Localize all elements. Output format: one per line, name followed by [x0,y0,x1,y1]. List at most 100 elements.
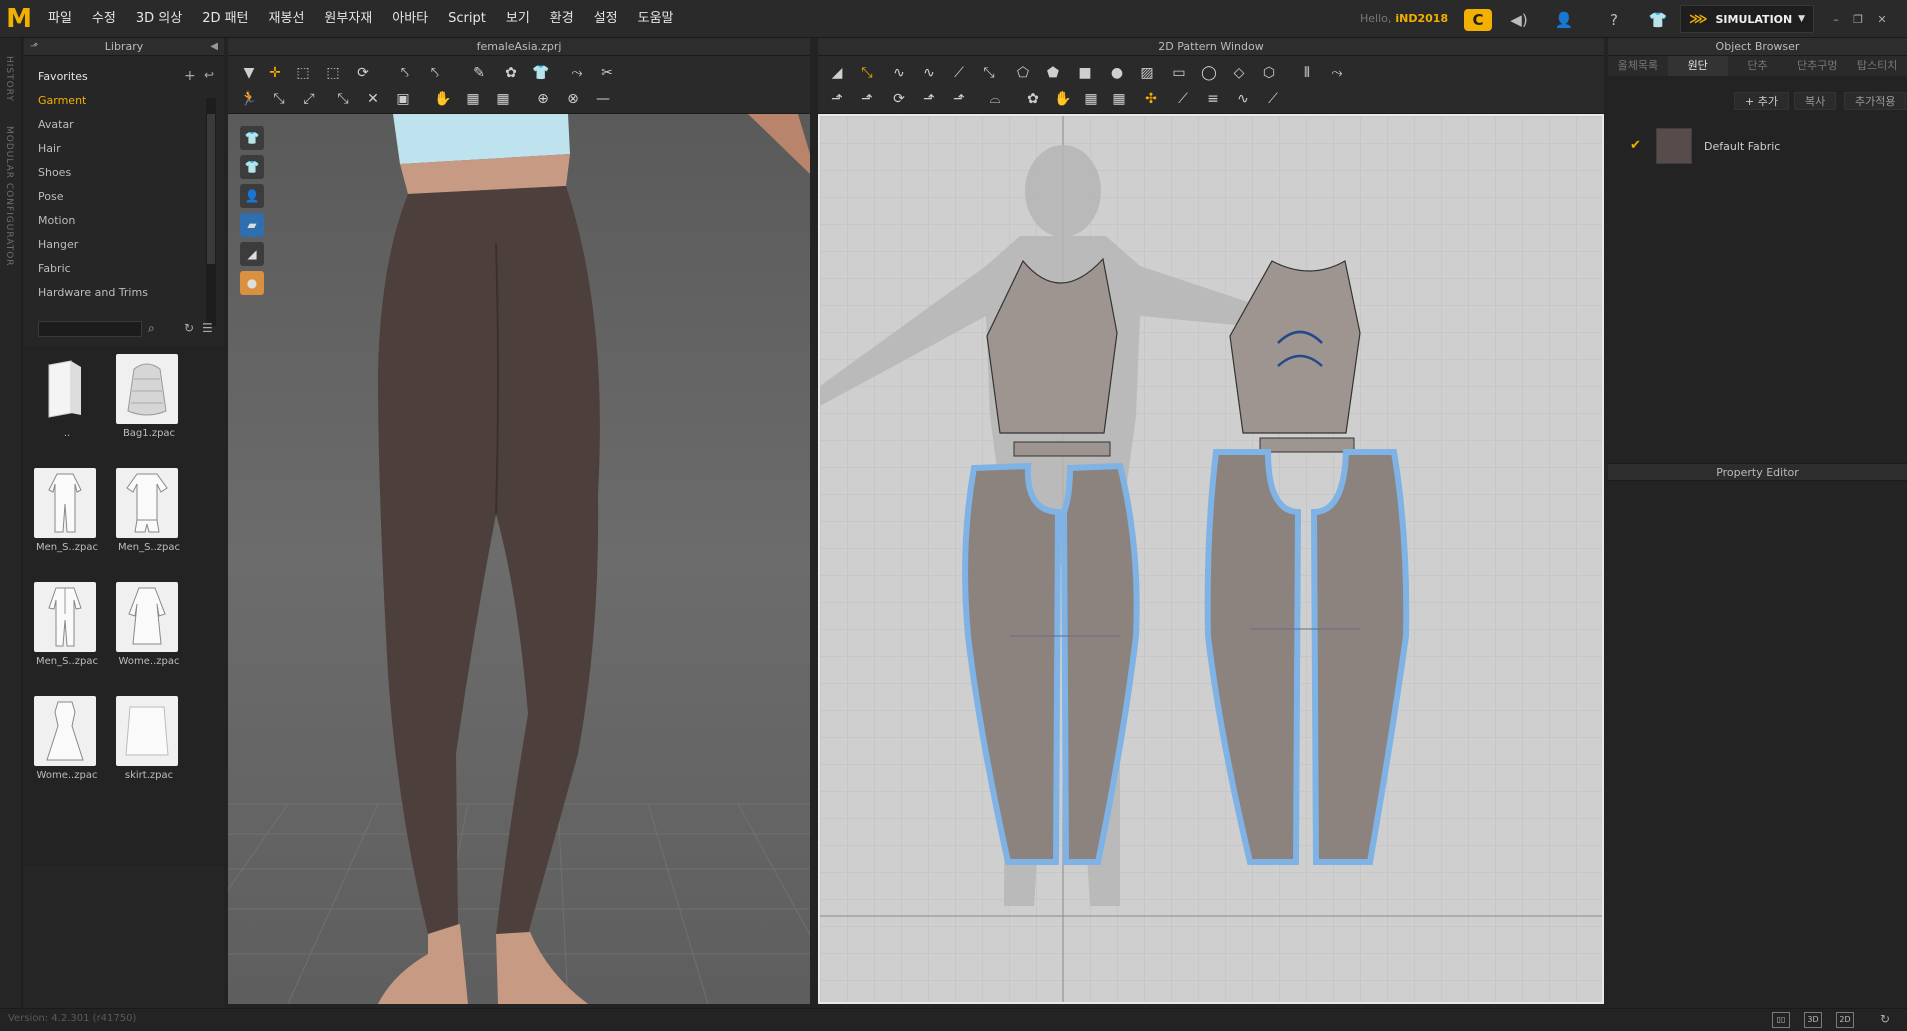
library-search-input[interactable] [38,321,142,337]
shirt-tool-icon[interactable]: 👕 [530,62,552,84]
line-tool-icon[interactable]: — [592,88,614,110]
texture-edit-icon[interactable]: ▦ [1080,88,1102,110]
garment-texture-icon[interactable]: 👕 [240,155,264,179]
menu-3d-garment[interactable]: 3D 의상 [126,0,192,38]
menu-script[interactable]: Script [438,0,496,38]
tuck-icon[interactable]: ✿ [500,62,522,84]
library-item-hardware-trims[interactable]: Hardware and Trims [38,286,148,299]
3d-viewport[interactable]: 👕 👕 👤 ▰ ◢ ● [228,114,810,1004]
avatar-skin-icon[interactable]: ● [240,271,264,295]
file-item-parent[interactable]: .. [28,350,100,460]
pleats-icon[interactable]: ⦀ [1296,62,1318,84]
back-icon[interactable]: ↩ [204,68,214,82]
menu-view[interactable]: 보기 [496,0,540,38]
pattern-shape-icon[interactable]: ⬟ [1042,62,1064,84]
avatar-display-icon[interactable]: 👤 [240,184,264,208]
library-item-motion[interactable]: Motion [38,214,75,227]
2d-view-icon[interactable]: 2D [1836,1012,1854,1028]
sew-icon[interactable]: ⤣ [424,62,446,84]
history-tab[interactable]: HISTORY [4,56,14,102]
hand-icon[interactable]: ✋ [432,88,454,110]
edit-pattern-icon[interactable]: ⬏ [856,88,878,110]
image-icon[interactable]: ▨ [1136,62,1158,84]
shirring-icon[interactable]: ⤳ [1326,62,1348,84]
surface-icon[interactable]: ◢ [240,242,264,266]
avatar-pose-icon[interactable]: 🏃 [238,88,260,110]
fabric-display-icon[interactable]: ▰ [240,213,264,237]
user-icon[interactable]: 👤 [1553,9,1575,31]
menu-sewing[interactable]: 재봉선 [259,0,315,38]
file-item-men-suit-2[interactable]: Men_S..zpac [110,464,182,574]
menu-environment[interactable]: 환경 [540,0,584,38]
trace-icon[interactable]: ⌓ [984,88,1006,110]
file-item-women-2[interactable]: Wome..zpac [28,692,100,802]
topstitch-icon[interactable]: ⟋ [1172,88,1194,110]
measure-line-icon[interactable]: ⟋ [1262,88,1284,110]
measure-icon[interactable]: ⤡ [268,88,290,110]
library-item-pose[interactable]: Pose [38,190,63,203]
curve-edit-icon[interactable]: ∿ [918,62,940,84]
menu-materials[interactable]: 원부자재 [314,0,382,38]
file-item-men-suit-3[interactable]: Men_S..zpac [28,578,100,688]
arrow-tool-icon[interactable]: ⤡ [332,88,354,110]
2d-pattern-viewport[interactable] [818,114,1604,1004]
file-item-skirt[interactable]: skirt.zpac [110,692,182,802]
library-item-hanger[interactable]: Hanger [38,238,78,251]
tab-buttonholes[interactable]: 단추구멍 [1787,56,1847,76]
file-item-men-suit-1[interactable]: Men_S..zpac [28,464,100,574]
list-view-icon[interactable]: ☰ [202,321,213,335]
texture-grid-icon[interactable]: ▦ [1108,88,1130,110]
restore-icon[interactable]: ❐ [1850,13,1866,27]
curve-point-icon[interactable]: ∿ [888,62,910,84]
help-icon[interactable]: ? [1603,9,1625,31]
rotate-pattern-icon[interactable]: ⟳ [888,88,910,110]
menu-edit[interactable]: 수정 [82,0,126,38]
select-icon[interactable]: ▼ [238,62,260,84]
pencil-icon[interactable]: ✎ [468,62,490,84]
circle-icon[interactable]: ● [1106,62,1128,84]
fabric-list-item[interactable]: ✔ Default Fabric [1608,128,1907,166]
internal-rect-icon[interactable]: ▭ [1168,62,1190,84]
ruler-icon[interactable]: ⤢ [298,88,320,110]
garment-icon[interactable]: 👕 [1647,9,1669,31]
menu-file[interactable]: 파일 [38,0,82,38]
offset-icon[interactable]: ⬏ [918,88,940,110]
undock-icon[interactable]: ⬏ [30,38,38,56]
flip-icon[interactable]: ⬏ [948,88,970,110]
library-scrollbar[interactable] [206,98,216,326]
3d-view-icon[interactable]: 3D [1804,1012,1822,1028]
menu-settings[interactable]: 설정 [584,0,628,38]
user-name[interactable]: iND2018 [1395,12,1448,25]
edit-point-icon[interactable]: ⤡ [856,62,878,84]
library-scroll-thumb[interactable] [207,114,215,264]
free-topstitch-icon[interactable]: ∿ [1232,88,1254,110]
move-icon[interactable]: ✛ [264,62,286,84]
add-fabric-button[interactable]: + 추가 [1734,92,1789,110]
cross-icon[interactable]: ✕ [362,88,384,110]
library-item-fabric[interactable]: Fabric [38,262,71,275]
rectangle-icon[interactable]: ■ [1074,62,1096,84]
search-icon[interactable]: ⌕ [148,321,155,336]
segment-icon[interactable]: ⟋ [948,62,970,84]
scissors-icon[interactable]: ✂ [596,62,618,84]
refresh-icon[interactable]: ↻ [184,321,194,335]
graphic-icon[interactable]: ✣ [1140,88,1162,110]
apply-fabric-button[interactable]: 추가적용 [1844,92,1907,110]
library-item-avatar[interactable]: Avatar [38,118,74,131]
menu-avatar[interactable]: 아바타 [382,0,438,38]
simulation-mode-button[interactable]: ⋙ SIMULATION ▼ [1680,5,1814,33]
file-item-bag1[interactable]: Bag1.zpac [110,350,182,460]
reset-view-icon[interactable]: ↻ [1880,1012,1890,1026]
close-icon[interactable]: ✕ [1874,13,1890,27]
library-item-garment[interactable]: Garment [38,94,86,107]
polygon-icon[interactable]: ⬠ [1012,62,1034,84]
arrange-icon[interactable]: ⤳ [566,62,588,84]
transform-pattern-icon[interactable]: ⬏ [826,88,848,110]
speaker-icon[interactable]: ◀) [1508,9,1530,31]
tab-all-objects[interactable]: 올체목록 [1608,56,1668,76]
tab-topstitch[interactable]: 탑스티치 [1847,56,1907,76]
tab-buttons[interactable]: 단추 [1728,56,1788,76]
texture-icon[interactable]: ▦ [462,88,484,110]
transform-icon[interactable]: ⬚ [322,62,344,84]
tuck-tool-icon[interactable]: ✿ [1022,88,1044,110]
